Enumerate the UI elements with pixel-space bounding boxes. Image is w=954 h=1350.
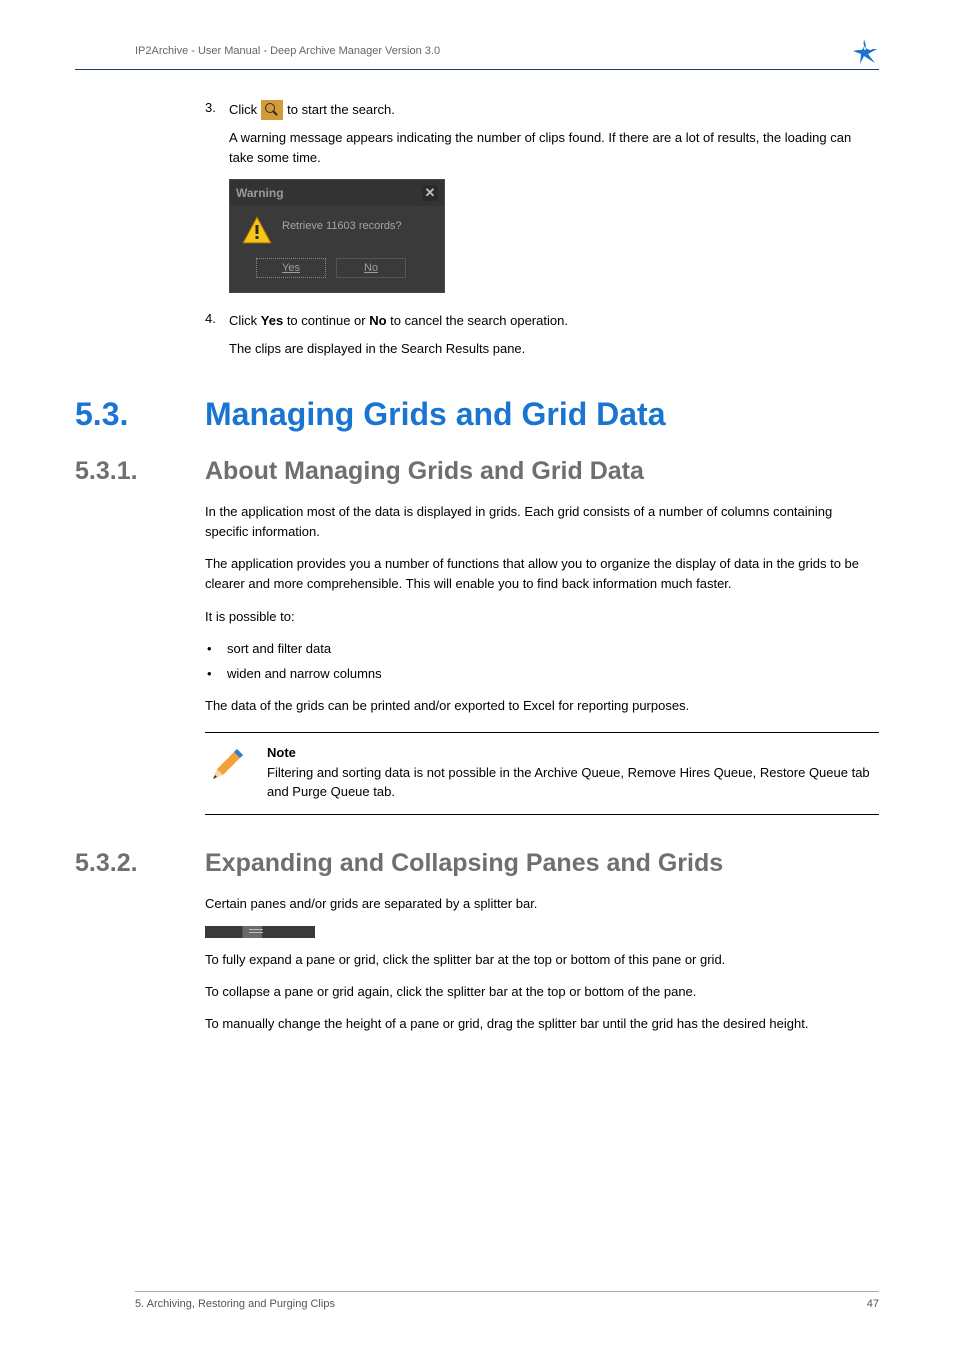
step-3: 3. Click to start the search. A warning … [205, 100, 879, 293]
footer-page-number: 47 [867, 1298, 879, 1310]
sec531-b2: widen and narrow columns [227, 664, 382, 685]
sec531-p4: The data of the grids can be printed and… [205, 696, 879, 716]
step-4-yes: Yes [261, 313, 283, 328]
step-4-no: No [369, 313, 386, 328]
evs-logo-icon: EVS [851, 37, 879, 65]
step-3-pre: Click [229, 100, 257, 120]
footer-left: 5. Archiving, Restoring and Purging Clip… [135, 1298, 335, 1310]
sec531-p2: The application provides you a number of… [205, 554, 879, 594]
sec531-p3: It is possible to: [205, 607, 879, 627]
search-icon [261, 100, 283, 120]
step-3-number: 3. [205, 100, 229, 115]
sec532-p1: Certain panes and/or grids are separated… [205, 894, 879, 914]
dialog-yes-button[interactable]: Yes [256, 258, 326, 278]
sec531-bullets: • sort and filter data • widen and narro… [205, 639, 879, 685]
close-icon[interactable]: ✕ [422, 185, 438, 201]
section-5-3-title: Managing Grids and Grid Data [205, 396, 666, 433]
step-4-mid: to continue or [283, 313, 369, 328]
section-5-3-heading: 5.3. Managing Grids and Grid Data [75, 396, 879, 433]
warning-dialog: Warning ✕ Retrieve 11603 records? [229, 179, 445, 293]
list-item: • widen and narrow columns [205, 664, 879, 685]
section-5-3-num: 5.3. [75, 396, 205, 433]
note-box: Note Filtering and sorting data is not p… [205, 732, 879, 815]
step-3-post: to start the search. [287, 100, 395, 120]
warning-triangle-icon [242, 216, 272, 244]
list-item: • sort and filter data [205, 639, 879, 660]
section-5-3-2-title: Expanding and Collapsing Panes and Grids [205, 849, 723, 878]
sec531-p1: In the application most of the data is d… [205, 502, 879, 542]
sec532-p4: To manually change the height of a pane … [205, 1014, 879, 1034]
step-4-number: 4. [205, 311, 229, 326]
section-5-3-1-heading: 5.3.1. About Managing Grids and Grid Dat… [75, 457, 879, 486]
bullet-dot-icon: • [205, 639, 227, 660]
step-4-subtext: The clips are displayed in the Search Re… [229, 339, 879, 359]
step-3-subtext: A warning message appears indicating the… [229, 128, 879, 167]
dialog-no-button[interactable]: No [336, 258, 406, 278]
sec532-p2: To fully expand a pane or grid, click th… [205, 950, 879, 970]
page-footer: 5. Archiving, Restoring and Purging Clip… [135, 1291, 879, 1310]
splitter-bar-icon [205, 926, 315, 938]
header-breadcrumb: IP2Archive - User Manual - Deep Archive … [75, 45, 440, 57]
warning-titlebar: Warning ✕ [230, 180, 444, 206]
sec531-b1: sort and filter data [227, 639, 331, 660]
step-4: 4. Click Yes to continue or No to cancel… [205, 311, 879, 358]
section-5-3-1-title: About Managing Grids and Grid Data [205, 457, 644, 486]
step-4-pre: Click [229, 313, 261, 328]
svg-text:EVS: EVS [857, 43, 874, 52]
section-5-3-2-num: 5.3.2. [75, 849, 205, 878]
section-5-3-1-num: 5.3.1. [75, 457, 205, 486]
warning-message: Retrieve 11603 records? [282, 216, 402, 235]
sec532-p3: To collapse a pane or grid again, click … [205, 982, 879, 1002]
section-5-3-2-heading: 5.3.2. Expanding and Collapsing Panes an… [75, 849, 879, 878]
warning-title-text: Warning [236, 184, 284, 202]
bullet-dot-icon: • [205, 664, 227, 685]
pencil-icon [207, 743, 251, 802]
note-body: Filtering and sorting data is not possib… [267, 763, 875, 802]
step-4-post: to cancel the search operation. [387, 313, 568, 328]
note-heading: Note [267, 743, 875, 763]
page-header: IP2Archive - User Manual - Deep Archive … [75, 45, 879, 70]
